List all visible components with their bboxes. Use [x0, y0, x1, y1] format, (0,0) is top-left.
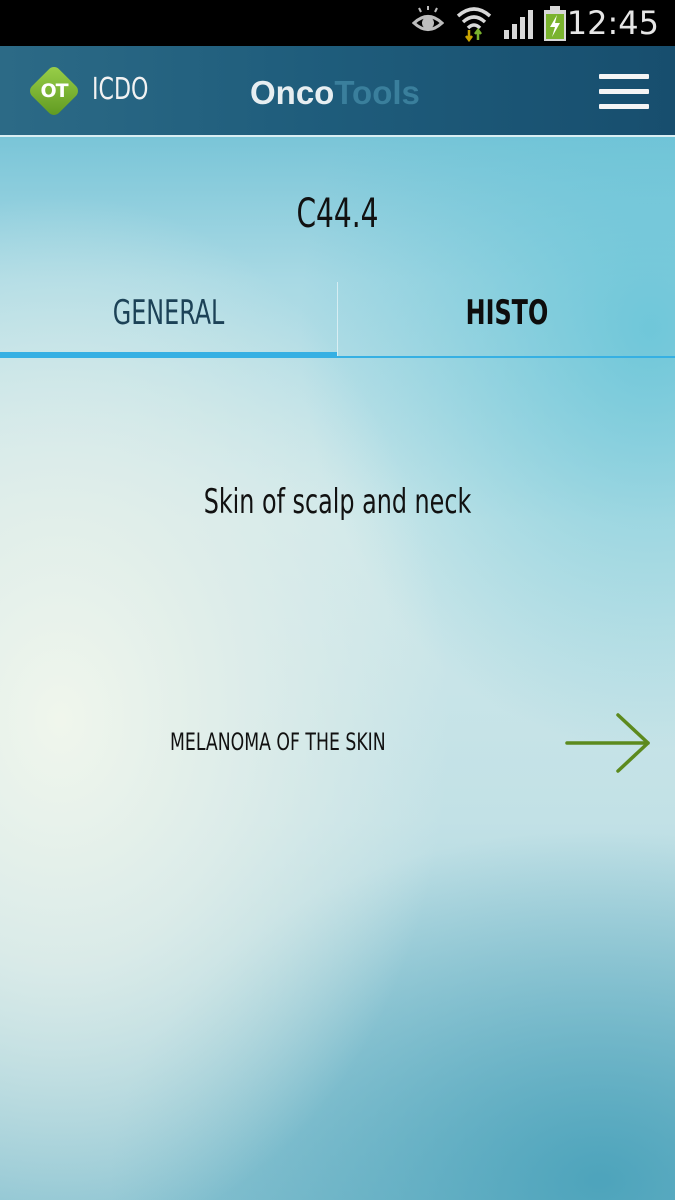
status-time: 12:45: [566, 4, 659, 42]
code-title: C44.4: [296, 191, 379, 237]
brand-part-tools: Tools: [334, 74, 420, 111]
brand-logo: OncoTools: [250, 72, 420, 114]
hamburger-menu-icon[interactable]: [599, 72, 651, 112]
eye-icon: [411, 6, 445, 44]
tab-histo[interactable]: HISTO: [338, 270, 675, 356]
signal-icon: [502, 6, 536, 44]
app-name: ICDO: [92, 72, 149, 107]
tab-general[interactable]: GENERAL: [0, 270, 337, 356]
tab-selected-indicator: [0, 352, 337, 358]
logo-text: OT: [40, 80, 68, 102]
tab-bar: GENERAL HISTO: [0, 270, 675, 358]
melanoma-link-label: MELANOMA OF THE SKIN: [170, 728, 386, 756]
brand-part-onco: Onco: [250, 74, 335, 111]
app-bar: OT ICDO OncoTools: [0, 46, 675, 137]
arrow-right-icon[interactable]: [564, 712, 654, 774]
battery-charging-icon: [542, 6, 568, 46]
site-description: Skin of scalp and neck: [203, 482, 472, 522]
tab-general-label: GENERAL: [112, 293, 225, 333]
status-bar: 12:45: [0, 0, 675, 46]
app-logo[interactable]: OT: [26, 63, 82, 119]
screen: 12:45 OT ICDO OncoTools C44.4 GENERAL HI…: [0, 0, 675, 1200]
tab-histo-label: HISTO: [465, 293, 548, 333]
wifi-icon: [456, 6, 492, 46]
melanoma-link-row[interactable]: MELANOMA OF THE SKIN: [0, 700, 675, 788]
